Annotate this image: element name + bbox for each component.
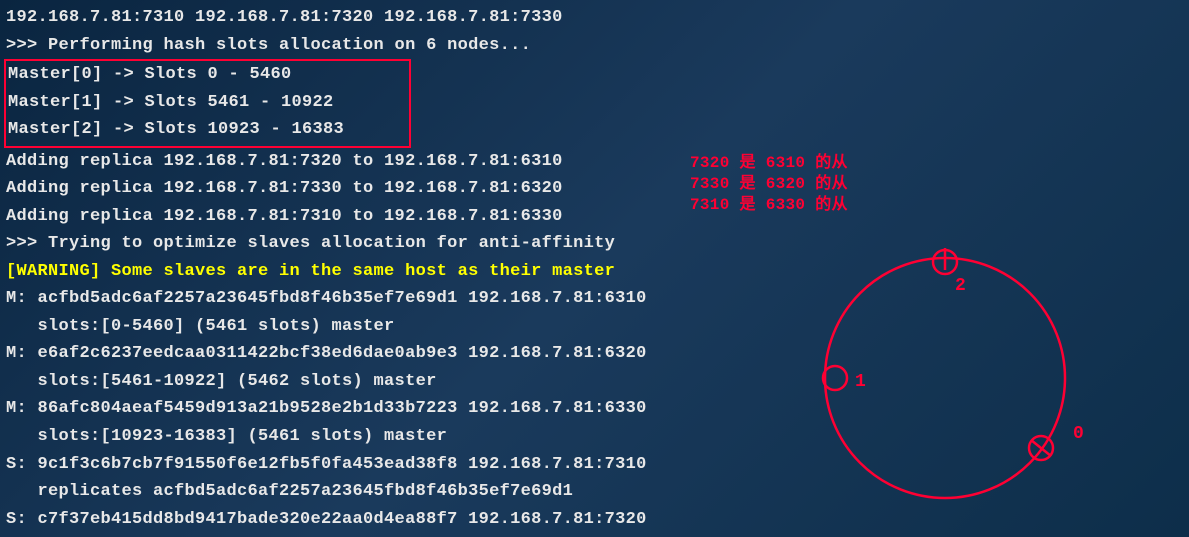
annotation-line: 7310 是 6330 的从 [690,195,848,216]
ring-label-0: 0 [1073,424,1084,444]
ring-node-1 [823,366,847,390]
ip-list-line: 192.168.7.81:7310 192.168.7.81:7320 192.… [6,4,1183,32]
master0-slots: Master[0] -> Slots 0 - 5460 [8,61,407,89]
master-slots-highlight-box: Master[0] -> Slots 0 - 5460 Master[1] ->… [4,59,411,148]
add-replica-line: Adding replica 192.168.7.81:7310 to 192.… [6,203,1183,231]
add-replica-line: Adding replica 192.168.7.81:7330 to 192.… [6,175,1183,203]
ring-label-2: 2 [955,276,966,296]
replica-mapping-annotations: 7320 是 6310 的从 7330 是 6320 的从 7310 是 633… [690,153,848,215]
annotation-line: 7330 是 6320 的从 [690,174,848,195]
hash-ring-diagram: 2 1 0 [805,248,1105,534]
ring-node-0-tick [1031,440,1051,456]
master2-slots: Master[2] -> Slots 10923 - 16383 [8,116,407,144]
ring-label-1: 1 [855,372,866,392]
add-replica-line: Adding replica 192.168.7.81:7320 to 192.… [6,148,1183,176]
annotation-line: 7320 是 6310 的从 [690,153,848,174]
master1-slots: Master[1] -> Slots 5461 - 10922 [8,89,407,117]
hash-slots-header: >>> Performing hash slots allocation on … [6,32,1183,60]
